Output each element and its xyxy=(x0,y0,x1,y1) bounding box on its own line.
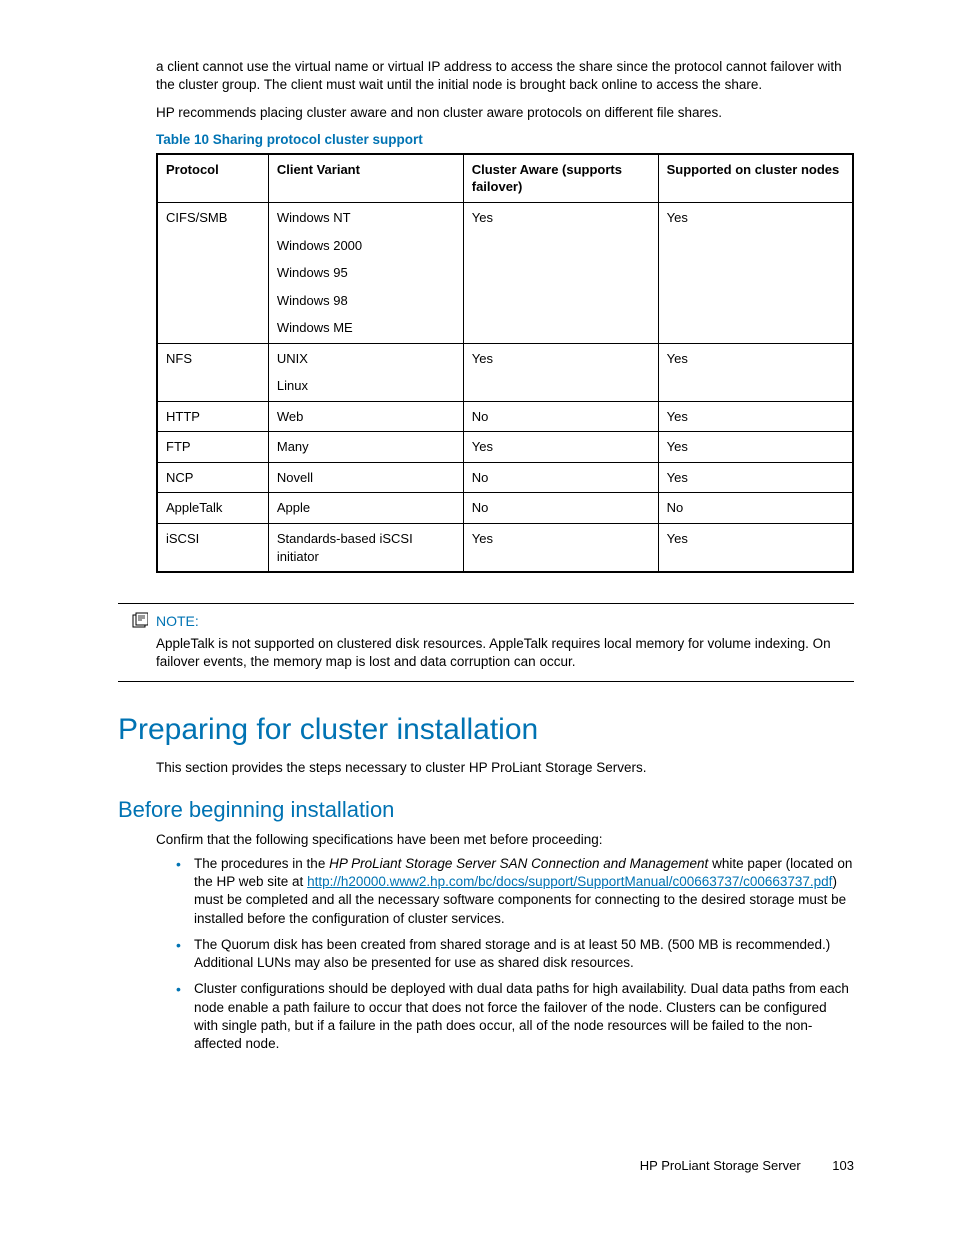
bullet-italic: HP ProLiant Storage Server SAN Connectio… xyxy=(329,856,708,871)
note-label: NOTE: xyxy=(156,612,854,631)
bullet-link[interactable]: http://h20000.www2.hp.com/bc/docs/suppor… xyxy=(307,874,832,889)
table-row: HTTP Web NoYes xyxy=(157,401,853,432)
cell-protocol: NFS xyxy=(157,343,268,401)
cell-variant: UNIX Linux xyxy=(268,343,463,401)
table-header-row: Protocol Client Variant Cluster Aware (s… xyxy=(157,154,853,203)
note-body: AppleTalk is not supported on clustered … xyxy=(156,635,854,671)
cell-aware: No xyxy=(463,401,658,432)
th-variant: Client Variant xyxy=(268,154,463,203)
cell-protocol: iSCSI xyxy=(157,523,268,572)
cell-protocol: NCP xyxy=(157,462,268,493)
variant-item: Windows 98 xyxy=(277,292,455,310)
heading-before-beginning: Before beginning installation xyxy=(118,795,854,825)
variant-item: Linux xyxy=(277,377,455,395)
th-protocol: Protocol xyxy=(157,154,268,203)
cell-supported: Yes xyxy=(658,343,853,401)
cell-aware: Yes xyxy=(463,523,658,572)
cell-variant: Novell xyxy=(268,462,463,493)
variant-item: Windows 95 xyxy=(277,264,455,282)
cell-variant: Windows NT Windows 2000 Windows 95 Windows … xyxy=(268,202,463,343)
cell-supported: Yes xyxy=(658,202,853,343)
table-row: CIFS/SMB Windows NT Windows 2000 Windows 95… xyxy=(157,202,853,343)
table-row: NFS UNIX Linux YesYes xyxy=(157,343,853,401)
cell-protocol: CIFS/SMB xyxy=(157,202,268,343)
list-item: The procedures in the HP ProLiant Storag… xyxy=(176,855,854,928)
th-aware: Cluster Aware (supports failover) xyxy=(463,154,658,203)
variant-item: Novell xyxy=(277,469,455,487)
cell-supported: Yes xyxy=(658,432,853,463)
th-supported: Supported on cluster nodes xyxy=(658,154,853,203)
list-item: The Quorum disk has been created from sh… xyxy=(176,936,854,972)
variant-item: Windows ME xyxy=(277,319,455,337)
footer-page-number: 103 xyxy=(832,1158,854,1173)
table-row: AppleTalk Apple NoNo xyxy=(157,493,853,524)
cell-variant: Standards-based iSCSI initiator xyxy=(268,523,463,572)
cell-aware: No xyxy=(463,493,658,524)
bullet-list: The procedures in the HP ProLiant Storag… xyxy=(176,855,854,1053)
table-row: iSCSIStandards-based iSCSI initiatorYesY… xyxy=(157,523,853,572)
section2-intro: Confirm that the following specification… xyxy=(156,831,854,849)
table-row: NCP Novell NoYes xyxy=(157,462,853,493)
cell-aware: Yes xyxy=(463,343,658,401)
cell-protocol: FTP xyxy=(157,432,268,463)
cell-protocol: HTTP xyxy=(157,401,268,432)
note-block: NOTE: AppleTalk is not supported on clus… xyxy=(118,603,854,682)
variant-item: Standards-based iSCSI initiator xyxy=(277,530,455,565)
variant-item: Many xyxy=(277,438,455,456)
variant-item: Apple xyxy=(277,499,455,517)
cell-supported: Yes xyxy=(658,401,853,432)
footer-title: HP ProLiant Storage Server xyxy=(640,1158,801,1173)
cell-variant: Web xyxy=(268,401,463,432)
section1-body: This section provides the steps necessar… xyxy=(156,759,854,777)
variant-item: UNIX xyxy=(277,350,455,368)
variant-item: Windows 2000 xyxy=(277,237,455,255)
table-row: FTP Many YesYes xyxy=(157,432,853,463)
cell-variant: Many xyxy=(268,432,463,463)
intro-paragraph-1: a client cannot use the virtual name or … xyxy=(156,58,854,94)
cell-supported: Yes xyxy=(658,462,853,493)
cell-supported: Yes xyxy=(658,523,853,572)
table-caption: Table 10 Sharing protocol cluster suppor… xyxy=(156,131,854,149)
cell-aware: Yes xyxy=(463,202,658,343)
intro-paragraph-2: HP recommends placing cluster aware and … xyxy=(156,104,854,122)
variant-item: Windows NT xyxy=(277,209,455,227)
bullet-text: The procedures in the xyxy=(194,856,329,871)
cell-variant: Apple xyxy=(268,493,463,524)
heading-preparing: Preparing for cluster installation xyxy=(118,710,854,751)
protocol-table: Protocol Client Variant Cluster Aware (s… xyxy=(156,153,854,573)
note-icon xyxy=(132,612,148,634)
cell-aware: Yes xyxy=(463,432,658,463)
list-item: Cluster configurations should be deploye… xyxy=(176,980,854,1053)
cell-protocol: AppleTalk xyxy=(157,493,268,524)
variant-item: Web xyxy=(277,408,455,426)
cell-aware: No xyxy=(463,462,658,493)
page-footer: HP ProLiant Storage Server 103 xyxy=(640,1157,854,1175)
cell-supported: No xyxy=(658,493,853,524)
